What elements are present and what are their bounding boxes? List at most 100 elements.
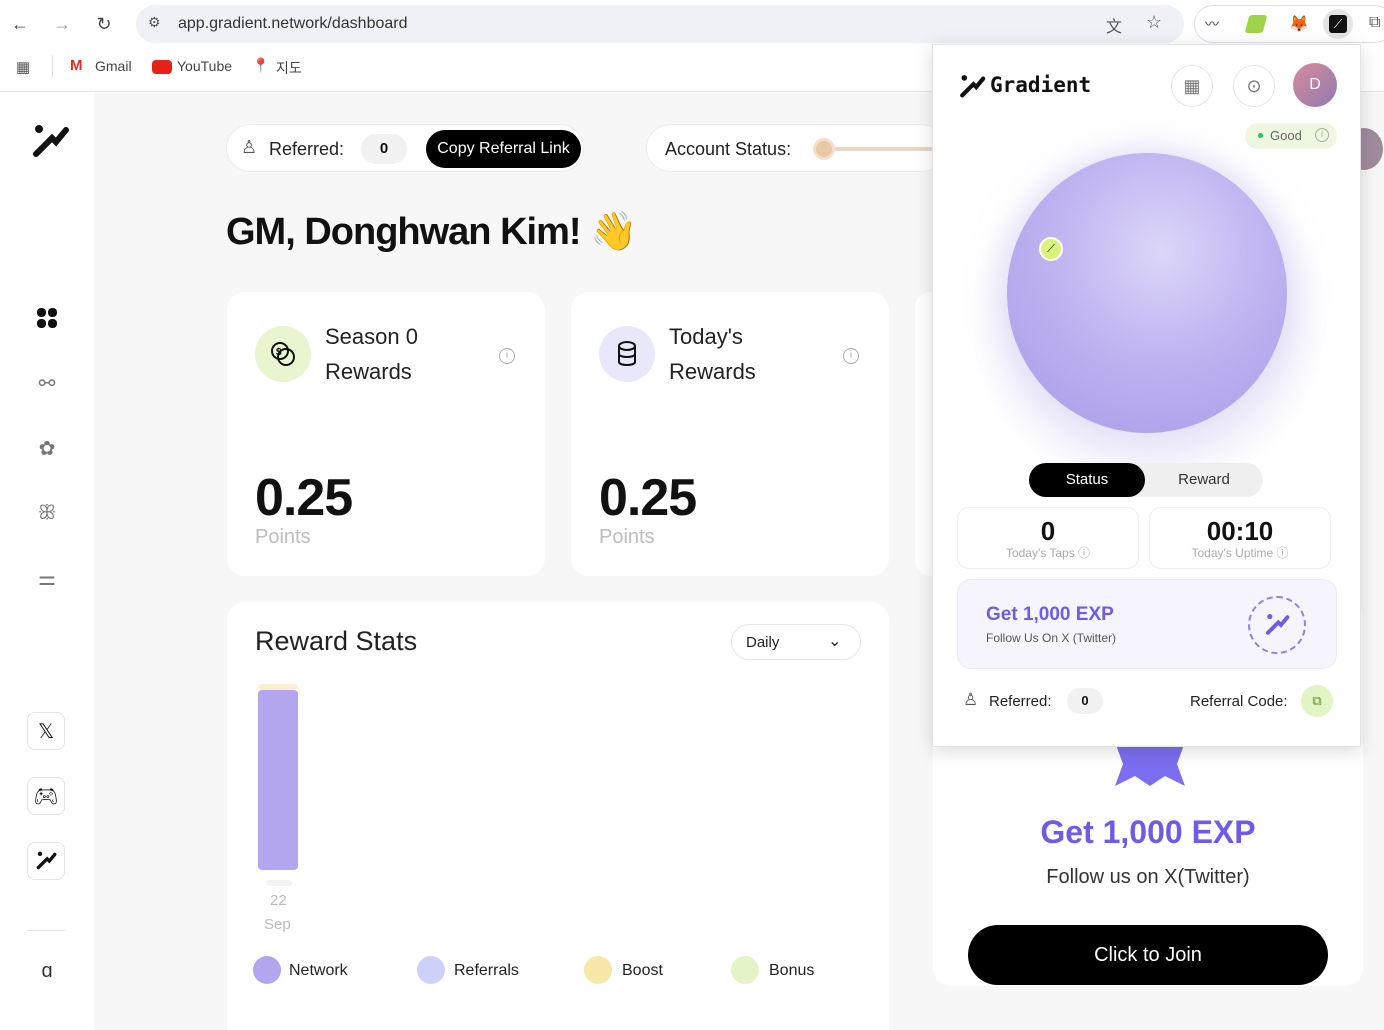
x-tick-month: Sep: [264, 916, 291, 933]
account-status-label: Account Status:: [665, 139, 792, 159]
bookmark-gmail[interactable]: Gmail: [95, 58, 132, 74]
extension-popup: Gradient ▦ ⊙ D Good i ⟋ Status Reward 0 …: [932, 44, 1361, 747]
info-icon[interactable]: i: [843, 348, 859, 364]
todays-rewards-card: Today's Rewards i 0.25 Points: [571, 292, 889, 576]
popup-referred-count: 0: [1067, 688, 1103, 714]
todays-uptime-label: Today's Uptime ⓘ: [1191, 546, 1289, 560]
copy-code-icon[interactable]: ⧉: [1301, 685, 1333, 717]
sidebar: ⚯ ✿ ꕥ ⚌ 𝕏 🎮︎ ɑ: [0, 92, 94, 1030]
info-icon[interactable]: i: [499, 348, 515, 364]
todays-taps-label-text: Today's Taps: [1005, 546, 1075, 560]
database-icon: [599, 326, 655, 382]
todays-uptime-value: 00:10: [1206, 516, 1274, 546]
todays-taps-box: 0 Today's Taps ⓘ: [957, 507, 1139, 569]
bookmark-youtube[interactable]: YouTube: [177, 58, 232, 74]
settings-sliders-icon[interactable]: ⚌: [28, 559, 66, 597]
legend-network-label: Network: [289, 962, 348, 979]
puzzle-icon[interactable]: ⧉: [1369, 14, 1380, 32]
node-globe[interactable]: ⟋: [1007, 153, 1287, 433]
info-icon[interactable]: i: [1315, 128, 1329, 142]
translate-icon[interactable]: 文: [1106, 13, 1122, 37]
dashboard-icon[interactable]: [28, 299, 66, 337]
reload-icon[interactable]: ↻: [92, 12, 116, 36]
ribbon-badge-icon: [1115, 742, 1185, 786]
exp-banner-title: Get 1,000 EXP: [986, 604, 1114, 625]
nodes-icon[interactable]: ⚯: [28, 364, 66, 402]
exp-badge-icon: [1248, 596, 1306, 654]
avatar[interactable]: D: [1293, 63, 1337, 107]
address-bar[interactable]: ⚙ app.gradient.network/dashboard 文 ☆: [136, 5, 1184, 43]
card-title-line1: Today's: [669, 324, 743, 349]
todays-rewards-unit: Points: [599, 526, 655, 548]
season-rewards-value: 0.25: [255, 469, 353, 527]
svg-text:$: $: [276, 347, 282, 358]
legend-bonus-label: Bonus: [769, 962, 815, 979]
exp-banner-subtitle: Follow Us On X (Twitter): [986, 631, 1117, 645]
back-icon[interactable]: ←: [8, 12, 32, 36]
status-text: Good: [1270, 128, 1302, 143]
discord-icon[interactable]: 🎮︎: [27, 777, 65, 815]
x-tick-mark: [266, 880, 292, 886]
reward-stats-title: Reward Stats: [255, 626, 418, 656]
todays-rewards-value: 0.25: [599, 469, 697, 527]
legend-bonus-dot: [731, 956, 759, 984]
tab-reward[interactable]: Reward: [1145, 463, 1263, 497]
bookmark-star-icon[interactable]: ☆: [1146, 12, 1162, 33]
x-twitter-icon[interactable]: 𝕏: [27, 712, 65, 750]
grid-icon[interactable]: ▦: [1171, 65, 1213, 107]
bar-network-segment: [258, 690, 298, 870]
target-icon[interactable]: ⊙: [1233, 65, 1275, 107]
card-title-line2: Rewards: [669, 359, 756, 384]
site-settings-icon[interactable]: ⚙: [148, 14, 161, 31]
leaf-extension-icon[interactable]: [1244, 15, 1268, 33]
click-to-join-button[interactable]: Click to Join: [968, 925, 1328, 985]
sidebar-divider: [27, 930, 65, 931]
referral-code-label: Referral Code:: [1190, 693, 1288, 710]
status-badge: Good i: [1245, 123, 1337, 149]
card-title-line1: Season 0: [325, 324, 418, 349]
bookmark-maps[interactable]: 지도: [276, 58, 302, 78]
season-rewards-card: $ Season 0 Rewards i 0.25 Points: [227, 292, 545, 576]
legend-network-dot: [253, 956, 281, 984]
todays-taps-label: Today's Taps ⓘ: [1005, 546, 1091, 560]
reward-stats-card: Reward Stats Daily ⌄ 22 Sep Network Refe…: [227, 602, 889, 1030]
referred-count: 0: [361, 134, 407, 164]
user-icon: ♙: [241, 137, 258, 157]
popup-tabs: Status Reward: [1029, 463, 1263, 497]
legend-referrals-label: Referrals: [454, 962, 519, 979]
chevron-down-icon: ⌄: [828, 633, 842, 650]
rewards-icon[interactable]: ✿: [28, 429, 66, 467]
bookmark-divider: [52, 55, 53, 77]
referral-pill: ♙ Referred: 0 Copy Referral Link: [226, 124, 584, 172]
gradient-link-icon[interactable]: [27, 842, 65, 880]
period-select[interactable]: Daily ⌄: [731, 624, 861, 660]
greeting-heading: GM, Donghwan Kim! 👋: [226, 210, 637, 254]
period-select-value: Daily: [746, 634, 780, 651]
promo-title: Get 1,000 EXP: [1040, 814, 1256, 850]
extension-icon[interactable]: 〰: [1205, 14, 1219, 34]
copy-referral-button[interactable]: Copy Referral Link: [426, 130, 581, 168]
user-icon: ♙: [963, 690, 979, 709]
forward-icon[interactable]: →: [50, 12, 74, 36]
referrals-icon[interactable]: ꕥ: [28, 494, 66, 532]
apps-grid-icon[interactable]: ▦: [16, 58, 30, 76]
referred-label: Referred:: [269, 139, 345, 159]
extensions-bar: 〰 🦊 ⟋ ⧉: [1194, 5, 1384, 43]
collapse-icon[interactable]: ɑ: [28, 952, 66, 990]
maps-icon: 📍: [252, 57, 270, 73]
coins-icon: $: [255, 326, 311, 382]
legend-boost-label: Boost: [622, 962, 663, 979]
card-title-line2: Rewards: [325, 359, 412, 384]
todays-taps-value: 0: [1040, 516, 1056, 546]
tab-status[interactable]: Status: [1029, 463, 1145, 497]
promo-subtitle: Follow us on X(Twitter): [1046, 866, 1250, 888]
gmail-icon: M: [70, 57, 83, 74]
gradient-logo-icon[interactable]: [30, 122, 70, 162]
metamask-icon[interactable]: 🦊: [1289, 14, 1309, 34]
gradient-extension-icon[interactable]: ⟋: [1323, 9, 1353, 39]
popup-referred-label: Referred:: [989, 693, 1052, 710]
status-dot: [1258, 133, 1263, 138]
account-status-pill: Account Status:: [646, 124, 946, 172]
todays-uptime-box: 00:10 Today's Uptime ⓘ: [1149, 507, 1331, 569]
exp-banner[interactable]: Get 1,000 EXP Follow Us On X (Twitter): [957, 579, 1337, 669]
